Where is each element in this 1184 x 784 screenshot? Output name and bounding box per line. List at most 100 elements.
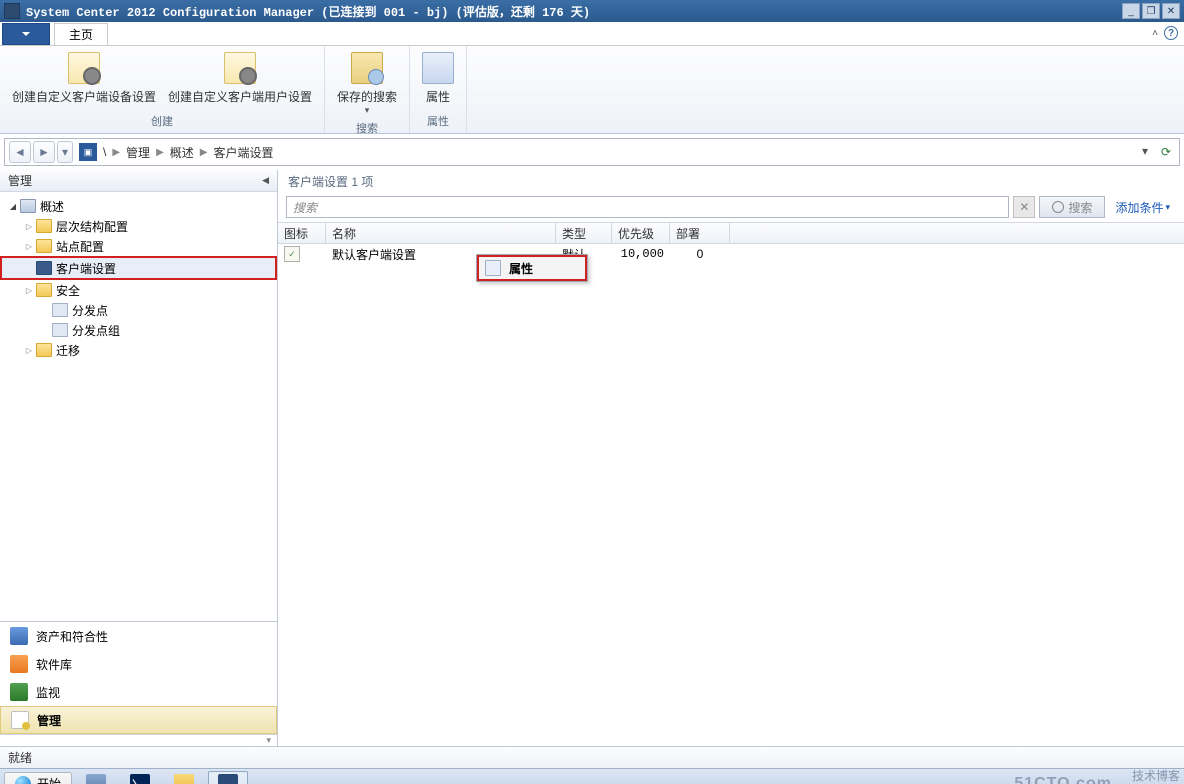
tree-dist-points-label: 分发点: [72, 302, 108, 319]
tree-dist-points[interactable]: 分发点: [0, 300, 277, 320]
saved-search-button[interactable]: 保存的搜索 ▾: [331, 50, 403, 118]
taskbar-explorer[interactable]: [164, 771, 204, 784]
col-type[interactable]: 类型: [556, 223, 612, 243]
grid-header: 图标 名称 类型 优先级 部署: [278, 222, 1184, 244]
tree-hierarchy[interactable]: 层次结构配置: [0, 216, 277, 236]
create-device-settings-button[interactable]: 创建自定义客户端设备设置: [6, 50, 162, 111]
nav-back-button[interactable]: ◄: [9, 141, 31, 163]
nav-header[interactable]: 管理 ◀: [0, 170, 277, 192]
wb-software-label: 软件库: [36, 656, 72, 673]
clear-search-button[interactable]: ✕: [1013, 196, 1035, 218]
app-menu-dropdown[interactable]: [2, 23, 50, 45]
ribbon: 创建自定义客户端设备设置 创建自定义客户端用户设置 创建 保存的搜索 ▾ 搜索 …: [0, 46, 1184, 134]
tree-security-label: 安全: [56, 282, 80, 299]
taskbar-powershell[interactable]: 〉_: [120, 771, 160, 784]
search-input[interactable]: 搜索: [286, 196, 1009, 218]
row-icon: [284, 246, 300, 262]
explorer-icon: [174, 774, 194, 784]
taskbar: 开始 〉_ 51CTO.com 技术博客 2013/12/17: [0, 768, 1184, 784]
status-text: 就绪: [8, 749, 32, 766]
breadcrumb-dropdown[interactable]: ▾: [1137, 143, 1153, 159]
col-name[interactable]: 名称: [326, 223, 556, 243]
taskbar-sccm[interactable]: [208, 771, 248, 784]
overview-icon: [20, 199, 36, 213]
tree-security[interactable]: 安全: [0, 280, 277, 300]
create-user-settings-label: 创建自定义客户端用户设置: [168, 88, 312, 105]
content-header-label: 客户端设置 1 项: [288, 173, 373, 190]
tree-migration[interactable]: 迁移: [0, 340, 277, 360]
close-button[interactable]: ✕: [1162, 3, 1180, 19]
saved-search-label: 保存的搜索: [337, 88, 397, 105]
grid-row-default[interactable]: 默认客户端设置 默认 10,000 0: [278, 244, 1184, 264]
breadcrumb-overview[interactable]: 概述: [168, 144, 196, 161]
wb-admin-label: 管理: [37, 712, 61, 729]
create-user-settings-button[interactable]: 创建自定义客户端用户设置: [162, 50, 318, 111]
help-icon[interactable]: ?: [1164, 26, 1178, 40]
breadcrumb-admin[interactable]: 管理: [124, 144, 152, 161]
tree-migration-label: 迁移: [56, 342, 80, 359]
saved-search-icon: [351, 52, 383, 84]
tree-dist-groups-label: 分发点组: [72, 322, 120, 339]
col-priority[interactable]: 优先级: [612, 223, 670, 243]
folder-icon: [36, 343, 52, 357]
wb-monitoring[interactable]: 监视: [0, 678, 277, 706]
ribbon-group-properties-label: 属性: [427, 111, 449, 129]
taskbar-server-manager[interactable]: [76, 771, 116, 784]
dist-point-icon: [52, 303, 68, 317]
context-menu: 属性: [476, 254, 588, 282]
add-conditions-link[interactable]: 添加条件: [1109, 199, 1176, 216]
nav-forward-button[interactable]: ►: [33, 141, 55, 163]
properties-label: 属性: [426, 88, 450, 105]
tab-home[interactable]: 主页: [54, 23, 108, 45]
context-properties-label: 属性: [509, 260, 533, 277]
nav-history-button[interactable]: ▾: [57, 141, 73, 163]
window-titlebar: System Center 2012 Configuration Manager…: [0, 0, 1184, 22]
restore-button[interactable]: ❐: [1142, 3, 1160, 19]
col-deploy[interactable]: 部署: [670, 223, 730, 243]
add-conditions-label: 添加条件: [1115, 199, 1163, 216]
tree-client-settings-label: 客户端设置: [56, 260, 116, 277]
chevron-down-icon: ◀: [262, 175, 269, 186]
ribbon-group-create-label: 创建: [151, 111, 173, 129]
powershell-icon: 〉_: [130, 774, 150, 784]
window-title: System Center 2012 Configuration Manager…: [26, 3, 1122, 20]
windows-orb-icon: [15, 776, 31, 784]
search-placeholder: 搜索: [293, 199, 317, 216]
ribbon-collapse-icon[interactable]: ˄: [1152, 28, 1158, 39]
tree-site[interactable]: 站点配置: [0, 236, 277, 256]
tray-clock[interactable]: 技术博客 2013/12/17: [1120, 770, 1180, 784]
breadcrumb-current[interactable]: 客户端设置: [211, 144, 275, 161]
wb-admin[interactable]: 管理: [0, 706, 277, 734]
context-properties[interactable]: 属性: [479, 257, 585, 279]
wunderbar-options-icon[interactable]: ▾: [266, 735, 271, 746]
nav-panel: 管理 ◀ 概述 层次结构配置 站点配置 客户端设置 安全: [0, 170, 278, 746]
ribbon-group-create: 创建自定义客户端设备设置 创建自定义客户端用户设置 创建: [0, 46, 325, 133]
wb-assets[interactable]: 资产和符合性: [0, 622, 277, 650]
breadcrumb-root-icon[interactable]: ▣: [79, 143, 97, 161]
window-controls: _ ❐ ✕: [1122, 3, 1180, 19]
wb-software[interactable]: 软件库: [0, 650, 277, 678]
tree-overview[interactable]: 概述: [0, 196, 277, 216]
nav-header-label: 管理: [8, 172, 32, 189]
folder-icon: [36, 219, 52, 233]
search-button[interactable]: 搜索: [1039, 196, 1105, 218]
breadcrumb-root-sep[interactable]: \: [101, 145, 108, 159]
col-icon[interactable]: 图标: [278, 223, 326, 243]
tree-dist-groups[interactable]: 分发点组: [0, 320, 277, 340]
tray-blog: 技术博客: [1120, 770, 1180, 783]
tree-hierarchy-label: 层次结构配置: [56, 218, 128, 235]
watermark: 51CTO.com: [1014, 775, 1112, 784]
create-device-settings-label: 创建自定义客户端设备设置: [12, 88, 156, 105]
content-header: 客户端设置 1 项: [278, 170, 1184, 192]
minimize-button[interactable]: _: [1122, 3, 1140, 19]
menubar: 主页 ˄ ?: [0, 22, 1184, 46]
refresh-icon[interactable]: ⟳: [1157, 143, 1175, 161]
start-button[interactable]: 开始: [4, 772, 72, 784]
tree-overview-label: 概述: [40, 198, 64, 215]
folder-icon: [36, 283, 52, 297]
monitor-icon: [10, 683, 28, 701]
properties-icon: [422, 52, 454, 84]
folder-icon: [36, 239, 52, 253]
properties-button[interactable]: 属性: [416, 50, 460, 111]
tree-client-settings[interactable]: 客户端设置: [0, 256, 277, 280]
